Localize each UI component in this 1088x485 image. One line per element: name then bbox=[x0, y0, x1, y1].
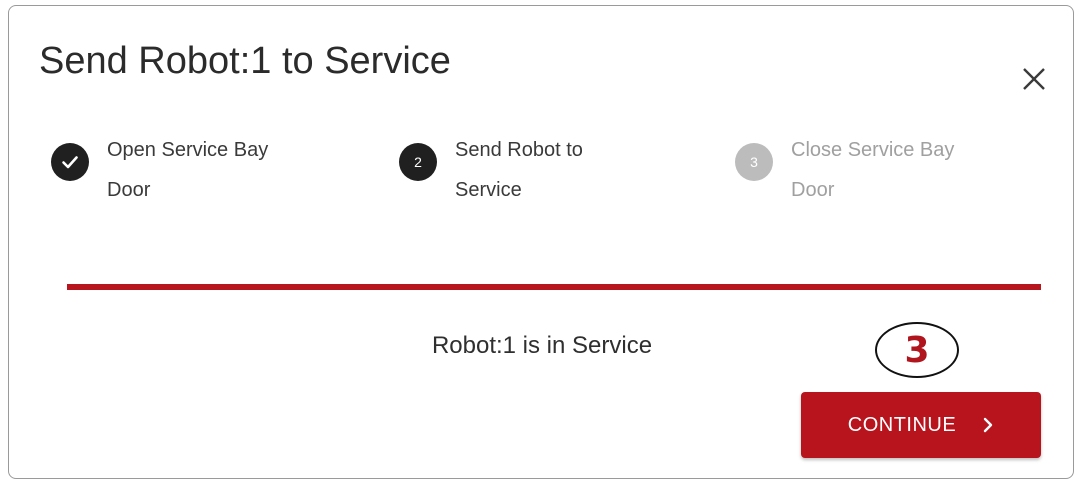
step-label-line: Door bbox=[107, 179, 151, 201]
close-icon bbox=[1023, 68, 1045, 90]
step-annotation-callout: 3 bbox=[875, 322, 959, 378]
step-label-line: Open Service Bay bbox=[107, 139, 269, 161]
close-button[interactable] bbox=[1017, 62, 1051, 96]
step-label: Send Robot to Service bbox=[455, 130, 715, 210]
step-open-service-bay-door: Open Service Bay Door bbox=[51, 130, 367, 210]
continue-button-label: CONTINUE bbox=[847, 413, 957, 436]
step-close-service-bay-door: 3 Close Service Bay Door bbox=[735, 130, 1051, 210]
step-label-line: Service bbox=[455, 179, 522, 201]
step-number: 3 bbox=[750, 154, 758, 170]
step-label-line: Send Robot to bbox=[455, 139, 583, 161]
check-icon bbox=[62, 156, 78, 169]
step-send-robot-to-service: 2 Send Robot to Service bbox=[399, 130, 715, 210]
dialog-title: Send Robot:1 to Service bbox=[39, 40, 451, 82]
step-label-line: Close Service Bay bbox=[791, 139, 955, 161]
step-label: Close Service Bay Door bbox=[791, 130, 1051, 210]
step-completed-circle bbox=[51, 143, 89, 181]
step-number: 2 bbox=[414, 154, 422, 170]
progress-divider bbox=[67, 284, 1041, 290]
step-number-circle: 2 bbox=[399, 143, 437, 181]
step-label: Open Service Bay Door bbox=[107, 130, 367, 210]
send-to-service-dialog: Send Robot:1 to Service Open Service Bay… bbox=[8, 5, 1074, 479]
continue-button[interactable]: CONTINUE bbox=[801, 392, 1041, 458]
step-number-circle: 3 bbox=[735, 143, 773, 181]
chevron-right-icon bbox=[982, 417, 994, 433]
step-label-line: Door bbox=[791, 179, 835, 201]
